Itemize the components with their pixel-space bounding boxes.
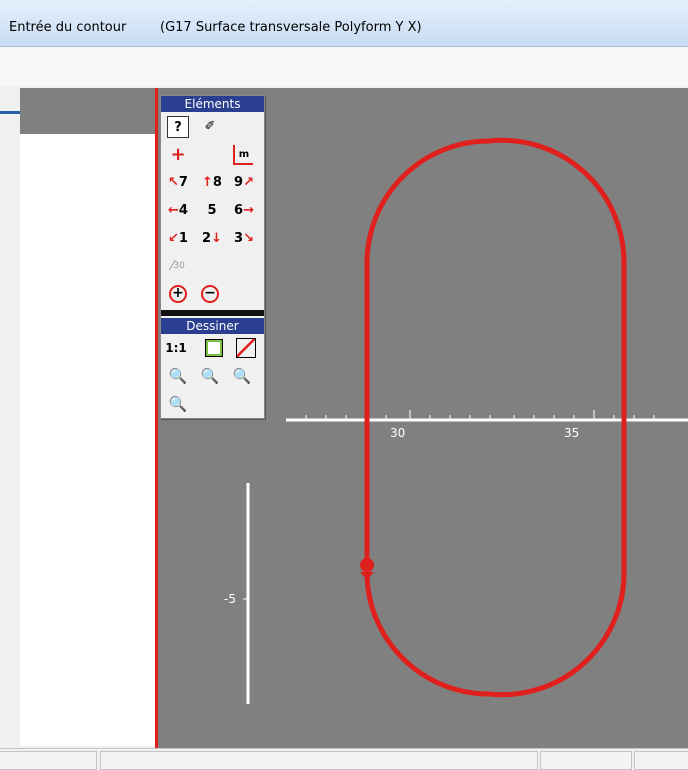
left-panel-header xyxy=(20,88,155,134)
help-icon: ? xyxy=(174,119,182,135)
status-cell-1 xyxy=(0,751,97,770)
palette-draw-row-2: 🔍 🔍 🔍 xyxy=(161,362,264,390)
arrow-right-icon: → xyxy=(243,202,254,218)
contour-start-point xyxy=(360,558,374,572)
palette-row-6: ⁄ 30 xyxy=(161,252,264,280)
arrow-left-icon: ← xyxy=(168,202,179,218)
palette-draw-row-3: 🔍 xyxy=(161,390,264,418)
zoom-out-button[interactable]: 🔍 xyxy=(199,364,221,388)
zoom-window-icon: 🔍 xyxy=(232,367,252,385)
toolbar-area xyxy=(0,47,688,87)
zoom-in-button[interactable]: 🔍 xyxy=(167,364,189,388)
zoom-out-icon: 🔍 xyxy=(200,367,220,385)
y-tick-minus5: -5 xyxy=(224,592,236,606)
palette-row-3: ↖ 7 ↑ 8 9 ↗ xyxy=(161,168,264,196)
palette-separator xyxy=(161,310,264,316)
direction-9-button[interactable]: 9 ↗ xyxy=(233,170,255,194)
angle-30-button[interactable]: ⁄ 30 xyxy=(167,254,189,278)
crosshair-icon: + xyxy=(170,143,186,165)
line-view-button[interactable] xyxy=(235,336,257,360)
title-bar: Entrée du contour (G17 Surface transvers… xyxy=(0,0,688,47)
direction-7-button[interactable]: ↖ 7 xyxy=(167,170,189,194)
direction-4-button[interactable]: ← 4 xyxy=(167,198,189,222)
arrow-down-icon: ↓ xyxy=(211,230,222,246)
diagonal-line-icon xyxy=(236,338,256,358)
status-cell-4 xyxy=(634,751,688,770)
arrow-up-icon: ↑ xyxy=(202,174,213,190)
contour-path xyxy=(364,137,627,698)
status-cell-3 xyxy=(540,751,632,770)
palette-draw-row-1: 1:1 xyxy=(161,334,264,362)
title-plane-info: (G17 Surface transversale Polyform Y X) xyxy=(160,20,422,35)
tool-palette: Eléments ? ✐ + m ↖ 7 ↑ 8 9 ↗ ← 4 5 6 → ↙… xyxy=(160,95,265,419)
arrow-up-left-icon: ↖ xyxy=(168,174,179,190)
arc-clockwise-icon: + xyxy=(169,285,187,303)
scale-1to1-button[interactable]: 1:1 xyxy=(165,336,187,360)
measure-icon: m xyxy=(238,148,250,160)
window-edge-marker xyxy=(0,111,20,114)
direction-5-button[interactable]: 5 xyxy=(201,198,223,222)
left-panel xyxy=(20,88,155,746)
palette-draw-title: Dessiner xyxy=(161,318,264,334)
help-button[interactable]: ? xyxy=(167,116,189,138)
eraser-icon: ✐ xyxy=(204,118,216,134)
arc-ccw-button[interactable]: − xyxy=(199,282,221,306)
measure-button[interactable]: m xyxy=(233,145,253,165)
point-button[interactable]: + xyxy=(167,142,189,166)
palette-row-1: ? ✐ xyxy=(161,112,264,140)
direction-1-button[interactable]: ↙ 1 xyxy=(167,226,189,250)
contour-direction-arrow xyxy=(360,572,374,580)
palette-row-2: + m xyxy=(161,140,264,168)
magnifier-icon: 🔍 xyxy=(168,395,188,413)
arrow-down-right-icon: ↘ xyxy=(243,230,254,246)
x-tick-35: 35 xyxy=(564,426,579,440)
direction-2-button[interactable]: 2 ↓ xyxy=(201,226,223,250)
direction-3-button[interactable]: 3 ↘ xyxy=(233,226,255,250)
status-cell-2 xyxy=(100,751,538,770)
x-tick-30: 30 xyxy=(390,426,405,440)
title-contour-input: Entrée du contour xyxy=(9,20,127,35)
fit-frame-icon xyxy=(205,339,223,357)
direction-6-button[interactable]: 6 → xyxy=(233,198,255,222)
palette-elements-title: Eléments xyxy=(161,96,264,112)
palette-row-7: + − xyxy=(161,280,264,308)
arc-counterclockwise-icon: − xyxy=(201,285,219,303)
zoom-window-button[interactable]: 🔍 xyxy=(231,364,253,388)
arrow-down-left-icon: ↙ xyxy=(168,230,179,246)
zoom-button[interactable]: 🔍 xyxy=(167,392,189,416)
eraser-button[interactable]: ✐ xyxy=(199,114,221,138)
arc-cw-button[interactable]: + xyxy=(167,282,189,306)
direction-8-button[interactable]: ↑ 8 xyxy=(201,170,223,194)
palette-row-5: ↙ 1 2 ↓ 3 ↘ xyxy=(161,224,264,252)
palette-row-4: ← 4 5 6 → xyxy=(161,196,264,224)
zoom-in-icon: 🔍 xyxy=(168,367,188,385)
fit-view-button[interactable] xyxy=(203,336,225,360)
status-bar xyxy=(0,748,688,770)
arrow-up-right-icon: ↗ xyxy=(243,174,254,190)
